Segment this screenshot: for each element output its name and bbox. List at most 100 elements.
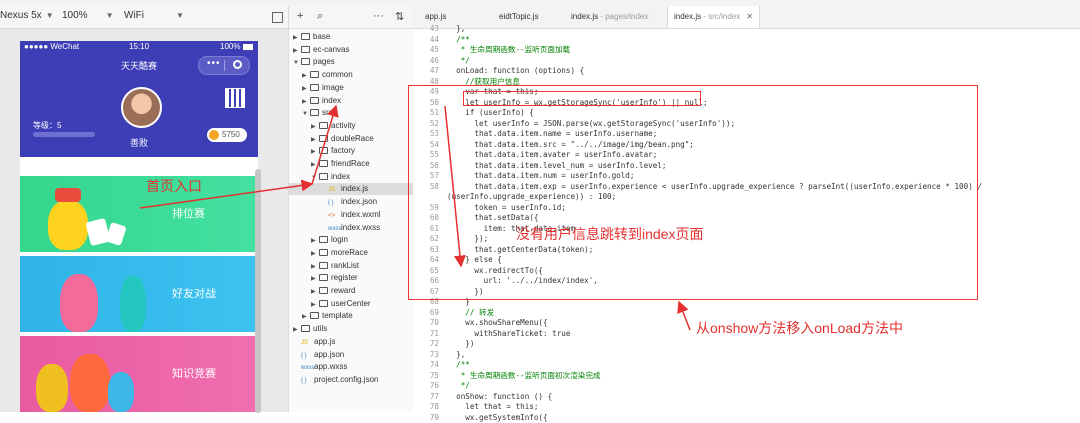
mascot-hat bbox=[55, 188, 81, 202]
chevron-right-icon[interactable]: ▶ bbox=[311, 134, 319, 146]
chevron-right-icon[interactable]: ▶ bbox=[302, 96, 310, 108]
card-label: 知识竞赛 bbox=[172, 365, 216, 381]
search-icon[interactable]: ⌕ bbox=[317, 10, 323, 23]
chevron-down-icon[interactable]: ▼ bbox=[311, 172, 319, 184]
folder-icon bbox=[310, 71, 319, 78]
tree-folder[interactable]: ▼ pages bbox=[289, 56, 335, 68]
line-number: 45 bbox=[413, 45, 439, 56]
chevron-right-icon[interactable]: ▶ bbox=[302, 70, 310, 82]
tree-file[interactable]: { }index.json bbox=[289, 196, 377, 208]
chevron-right-icon[interactable]: ▶ bbox=[293, 32, 301, 44]
tree-folder[interactable]: ▶login bbox=[289, 234, 348, 246]
chevron-down-icon[interactable]: ▼ bbox=[293, 57, 301, 69]
chevron-right-icon[interactable]: ▶ bbox=[311, 261, 319, 273]
menu-capsule[interactable]: ••• bbox=[198, 56, 250, 75]
tree-file[interactable]: wxssapp.wxss bbox=[289, 361, 347, 373]
qr-code-icon[interactable] bbox=[226, 89, 244, 107]
folder-icon bbox=[319, 135, 328, 142]
chevron-right-icon[interactable]: ▶ bbox=[311, 235, 319, 247]
chevron-right-icon[interactable]: ▶ bbox=[311, 273, 319, 285]
more-dots-icon[interactable]: ••• bbox=[207, 58, 221, 69]
chevron-right-icon[interactable]: ▶ bbox=[311, 159, 319, 171]
chevron-right-icon[interactable]: ▶ bbox=[302, 311, 310, 323]
tree-item-label: index.json bbox=[341, 197, 377, 206]
tree-folder[interactable]: ▼src bbox=[289, 107, 333, 119]
chevron-right-icon[interactable]: ▶ bbox=[311, 146, 319, 158]
chevron-down-icon: ▼ bbox=[106, 11, 114, 20]
folder-icon bbox=[301, 46, 310, 53]
tree-file[interactable]: wxssindex.wxss bbox=[289, 222, 380, 234]
folder-icon bbox=[319, 173, 328, 180]
folder-icon bbox=[301, 58, 310, 65]
tree-item-label: app.js bbox=[314, 337, 335, 346]
tree-item-label: factory bbox=[331, 146, 355, 155]
tree-folder[interactable]: ▶activity bbox=[289, 120, 355, 132]
code-text: wx.getSystemInfo({ bbox=[447, 413, 548, 422]
tree-folder[interactable]: ▶friendRace bbox=[289, 158, 370, 170]
phone-nav-bar: 天天酷赛 ••• bbox=[20, 53, 258, 77]
close-icon[interactable]: ✕ bbox=[746, 12, 753, 21]
tree-folder[interactable]: ▶image bbox=[289, 82, 344, 94]
tree-folder[interactable]: ▶ rankList bbox=[289, 260, 359, 272]
tree-folder[interactable]: ▶ec-canvas bbox=[289, 44, 349, 56]
tree-file[interactable]: { }project.config.json bbox=[289, 374, 378, 386]
detach-window-icon[interactable] bbox=[272, 12, 283, 23]
code-text: /** bbox=[447, 360, 470, 369]
tree-item-label: pages bbox=[313, 57, 335, 66]
code-text: onLoad: function (options) { bbox=[447, 66, 584, 75]
tree-folder[interactable]: ▶userCenter bbox=[289, 298, 371, 310]
simulator-scrollbar[interactable] bbox=[255, 169, 261, 413]
tree-file[interactable]: { }app.json bbox=[289, 349, 344, 361]
code-line: 70 wx.showShareMenu({ bbox=[413, 318, 548, 329]
tree-item-label: app.wxss bbox=[314, 362, 347, 371]
tree-folder[interactable]: ▶doubleRace bbox=[289, 133, 374, 145]
chevron-right-icon[interactable]: ▶ bbox=[302, 83, 310, 95]
tree-folder[interactable]: ▶template bbox=[289, 310, 353, 322]
tree-folder[interactable]: ▼index bbox=[289, 171, 350, 183]
tab-label: index.js bbox=[674, 12, 701, 21]
device-select[interactable]: Nexus 5x▼ bbox=[0, 10, 54, 21]
tab-path: - pages/index bbox=[598, 12, 648, 21]
chevron-right-icon[interactable]: ▶ bbox=[311, 299, 319, 311]
ranked-race-card[interactable]: 排位赛 bbox=[20, 176, 258, 252]
tree-item-label: rankList bbox=[331, 261, 359, 270]
explorer-toolbar: + ⌕ ··· ⇅ bbox=[288, 6, 413, 29]
chevron-right-icon[interactable]: ▶ bbox=[311, 286, 319, 298]
carrier-label: ●●●●● WeChat bbox=[24, 42, 79, 51]
editor-tab[interactable]: index.js - src/index✕ bbox=[667, 6, 760, 28]
tree-folder[interactable]: ▶ factory bbox=[289, 145, 355, 157]
editor-tab[interactable]: eidtTopic.js bbox=[493, 6, 545, 28]
more-icon[interactable]: ··· bbox=[373, 10, 384, 22]
code-line: 45 * 生命周期函数--监听页面加载 bbox=[413, 45, 570, 56]
editor-tab[interactable]: index.js - pages/index bbox=[565, 6, 654, 28]
chevron-right-icon[interactable]: ▶ bbox=[293, 324, 301, 336]
chevron-right-icon[interactable]: ▶ bbox=[311, 121, 319, 133]
tree-folder[interactable]: ▶utils bbox=[289, 323, 327, 335]
annotation-redirect: 没有用户信息跳转到index页面 bbox=[516, 224, 703, 244]
tree-file[interactable]: JSapp.js bbox=[289, 336, 335, 348]
tree-folder[interactable]: ▶reward bbox=[289, 285, 355, 297]
code-text: */ bbox=[447, 56, 470, 65]
chevron-right-icon[interactable]: ▶ bbox=[311, 248, 319, 260]
folder-icon bbox=[301, 33, 310, 40]
tree-file[interactable]: <>index.wxml bbox=[289, 209, 381, 221]
network-select[interactable]: WiFi▼ bbox=[124, 10, 184, 21]
friend-battle-card[interactable]: 好友对战 bbox=[20, 256, 258, 332]
folder-icon bbox=[319, 236, 328, 243]
avatar[interactable] bbox=[121, 87, 162, 128]
folder-icon bbox=[319, 300, 328, 307]
quiz-race-card[interactable]: 知识竞赛 bbox=[20, 336, 258, 412]
tree-folder[interactable]: ▶base bbox=[289, 31, 330, 43]
tree-folder[interactable]: ▶common bbox=[289, 69, 353, 81]
close-circle-icon[interactable] bbox=[233, 60, 242, 69]
chevron-down-icon[interactable]: ▼ bbox=[302, 108, 310, 120]
tree-folder[interactable]: ▶index bbox=[289, 95, 341, 107]
split-icon[interactable]: ⇅ bbox=[395, 10, 404, 23]
tree-folder[interactable]: ▶moreRace bbox=[289, 247, 368, 259]
zoom-select[interactable]: 100%▼ bbox=[62, 10, 114, 21]
add-file-icon[interactable]: + bbox=[297, 10, 303, 22]
chevron-down-icon: ▼ bbox=[46, 11, 54, 20]
tree-folder[interactable]: ▶register bbox=[289, 272, 358, 284]
chevron-right-icon[interactable]: ▶ bbox=[293, 45, 301, 57]
mascot-illustration bbox=[60, 274, 98, 332]
